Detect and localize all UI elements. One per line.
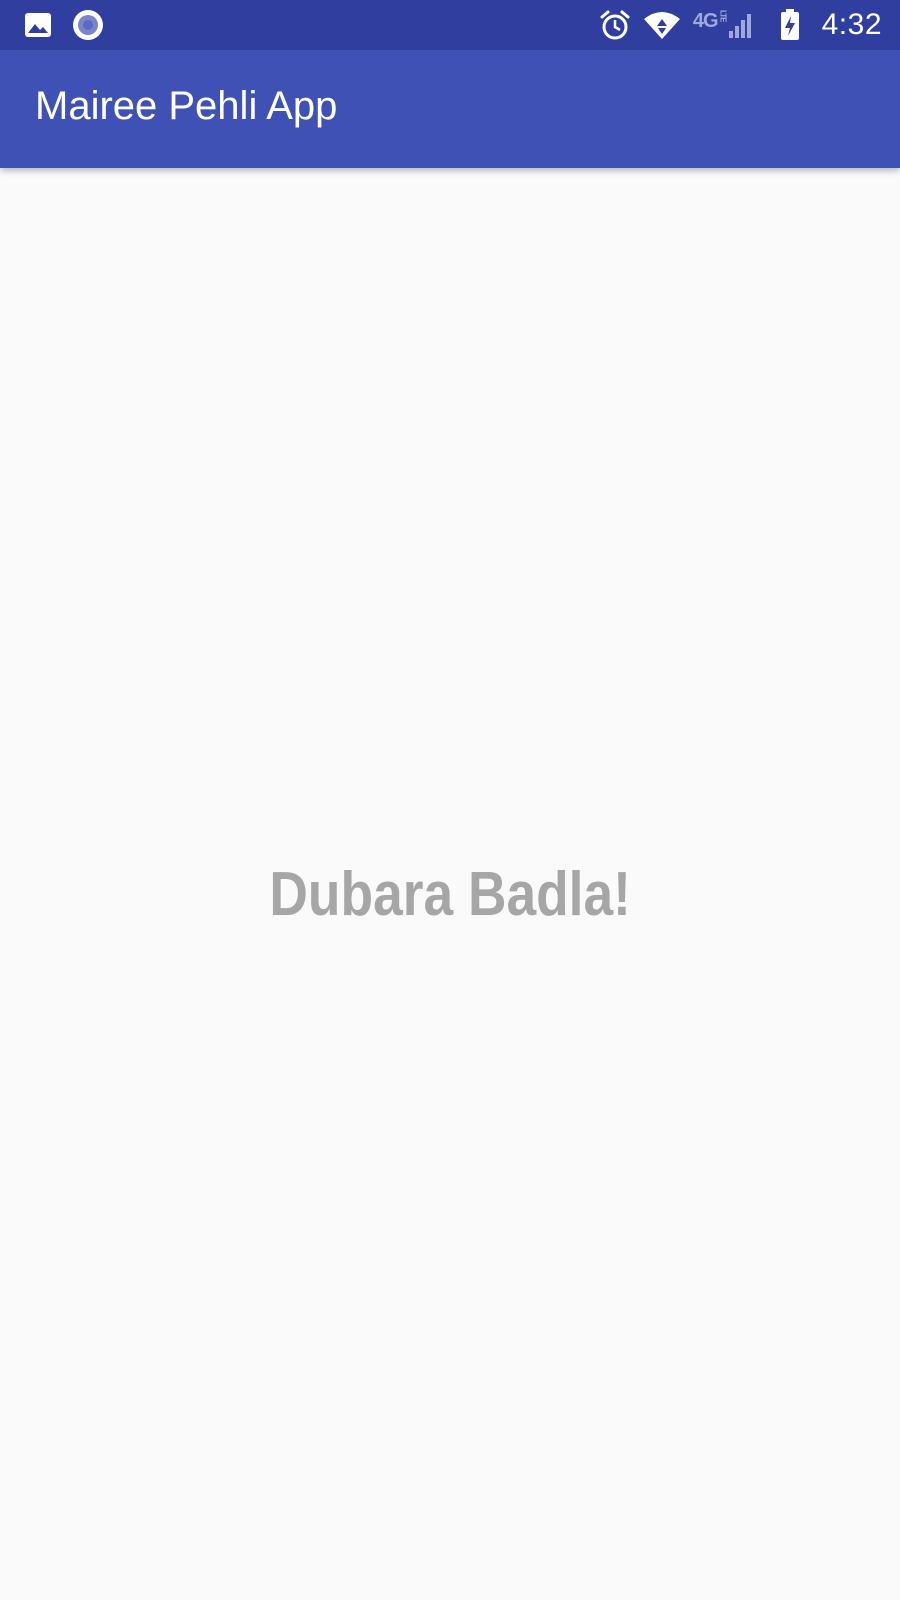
record-circle-notification-icon: [72, 9, 104, 41]
image-notification-icon: [24, 11, 52, 39]
4g-lte-icon: 4G LTE: [693, 10, 728, 33]
main-content: Dubara Badla!: [0, 168, 900, 1600]
message-text: Dubara Badla!: [269, 859, 631, 929]
network-label: 4G: [692, 9, 719, 32]
battery-charging-icon: [780, 9, 800, 41]
wifi-icon: [643, 10, 681, 40]
screen: 4G LTE 4:32 Mairee Pehli App Dubara Badl…: [0, 0, 900, 1600]
alarm-icon: [599, 9, 631, 41]
app-bar: Mairee Pehli App: [0, 50, 900, 168]
app-title: Mairee Pehli App: [35, 83, 338, 128]
status-bar-system-icons: 4G LTE 4:32: [599, 0, 882, 50]
network-sub-label: LTE: [718, 9, 728, 22]
status-bar-notifications: [24, 0, 104, 50]
status-bar: 4G LTE 4:32: [0, 0, 900, 50]
status-bar-time: 4:32: [821, 8, 882, 41]
cell-signal-icon: [728, 11, 754, 39]
